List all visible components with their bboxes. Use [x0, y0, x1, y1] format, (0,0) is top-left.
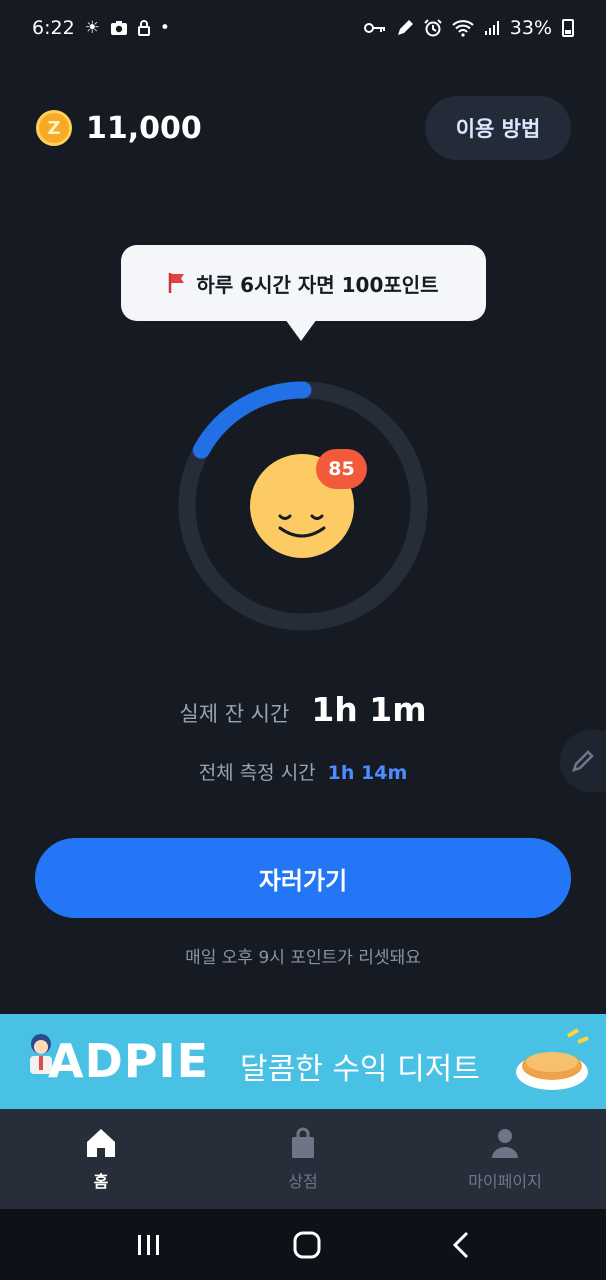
flag-icon — [169, 273, 185, 293]
person-icon — [492, 1129, 518, 1158]
sleep-progress-ring: 85 — [178, 380, 428, 632]
go-to-sleep-button[interactable]: 자러가기 — [35, 838, 571, 918]
actual-sleep-label: 실제 잔 시간 — [179, 702, 290, 726]
coin-icon: Z — [36, 110, 72, 146]
nav-home-label: 홈 — [93, 1172, 109, 1191]
ad-banner[interactable]: ADPIE 달콤한 수익 디저트 — [0, 1014, 606, 1109]
nav-shop-label: 상점 — [288, 1172, 318, 1191]
pie-icon — [516, 1028, 589, 1090]
status-time: 6:22 — [32, 17, 75, 39]
nav-mypage-label: 마이페이지 — [468, 1172, 542, 1191]
ad-logo: ADPIE — [48, 1034, 210, 1088]
signal-icon — [484, 21, 499, 35]
reset-note: 매일 오후 9시 포인트가 리셋돼요 — [185, 948, 421, 968]
howto-button[interactable]: 이용 방법 — [425, 96, 571, 160]
pencil-icon — [572, 750, 594, 772]
goal-tooltip-text: 하루 6시간 자면 100포인트 — [196, 272, 439, 297]
nav-mypage[interactable]: 마이페이지 — [404, 1109, 606, 1209]
battery-icon — [562, 19, 574, 37]
nav-shop[interactable]: 상점 — [202, 1109, 404, 1209]
home-icon — [87, 1129, 115, 1157]
nav-home[interactable]: 홈 — [0, 1109, 202, 1209]
coin-letter: Z — [47, 117, 61, 139]
brightness-icon: ☀ — [84, 17, 100, 38]
lock-icon — [137, 20, 150, 36]
actual-sleep-value: 1h 1m — [311, 690, 427, 729]
progress-badge: 85 — [316, 449, 367, 489]
total-measured-label: 전체 측정 시간 — [198, 762, 316, 784]
camera-icon — [110, 21, 127, 35]
home-button-icon[interactable] — [293, 1231, 321, 1259]
wifi-icon — [452, 20, 474, 37]
goal-tooltip: 하루 6시간 자면 100포인트 — [121, 245, 486, 341]
total-measured-value: 1h 14m — [327, 762, 408, 784]
bottom-nav: 홈 상점 마이페이지 — [0, 1109, 606, 1209]
ad-text: 달콤한 수익 디저트 — [240, 1052, 480, 1087]
back-icon[interactable] — [452, 1231, 470, 1259]
alarm-icon — [424, 19, 442, 37]
shopping-bag-icon — [292, 1127, 314, 1158]
status-bar: 6:22 ☀ • 33% — [0, 0, 606, 56]
battery-percent: 33% — [509, 17, 552, 39]
system-nav-bar — [0, 1209, 606, 1280]
status-left: 6:22 ☀ • — [32, 17, 170, 39]
points-value: 11,000 — [86, 110, 202, 146]
dot-icon: • — [159, 17, 170, 38]
status-right: 33% — [363, 17, 574, 39]
actual-sleep-stat: 실제 잔 시간 1h 1m — [0, 690, 606, 729]
points-display: Z 11,000 — [36, 110, 202, 146]
recent-apps-icon[interactable] — [136, 1233, 162, 1257]
key-icon — [363, 23, 385, 33]
edit-icon — [397, 20, 413, 35]
total-measured-stat: 전체 측정 시간 1h 14m — [0, 758, 606, 785]
